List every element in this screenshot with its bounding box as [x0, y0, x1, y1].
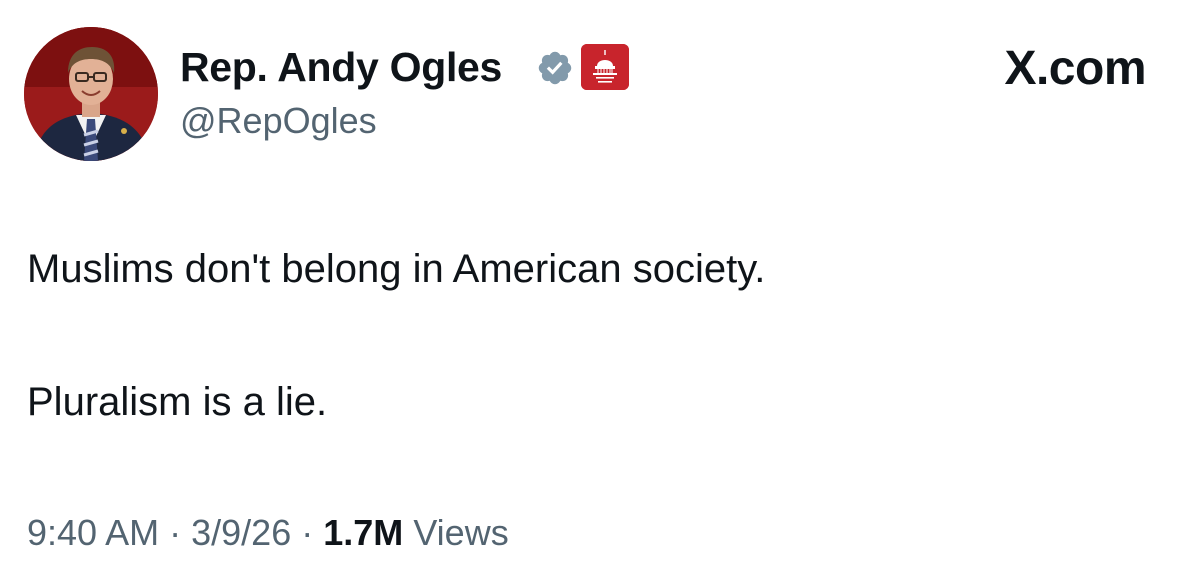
tweet-date[interactable]: 3/9/26 [191, 512, 291, 553]
author-avatar[interactable] [24, 27, 158, 161]
verified-badge-icon [538, 51, 572, 85]
tweet-meta: 9:40 AM · 3/9/26 · 1.7M Views [27, 511, 509, 555]
tweet-text-line: Muslims don't belong in American society… [27, 247, 766, 291]
meta-separator: · [169, 512, 182, 553]
tweet-card: Rep. Andy Ogles @RepOgles X.com Muslims … [0, 0, 1200, 579]
house-gop-capitol-icon[interactable] [581, 44, 629, 90]
views-label: Views [413, 512, 509, 553]
tweet-time[interactable]: 9:40 AM [27, 512, 159, 553]
author-name[interactable]: Rep. Andy Ogles [180, 42, 502, 92]
author-handle[interactable]: @RepOgles [180, 99, 377, 143]
meta-separator: · [301, 512, 314, 553]
x-logo: X.com [1004, 42, 1146, 95]
avatar-portrait-icon [24, 27, 158, 161]
tweet-text-line: Pluralism is a lie. [27, 380, 328, 424]
views-count[interactable]: 1.7M [323, 512, 403, 553]
